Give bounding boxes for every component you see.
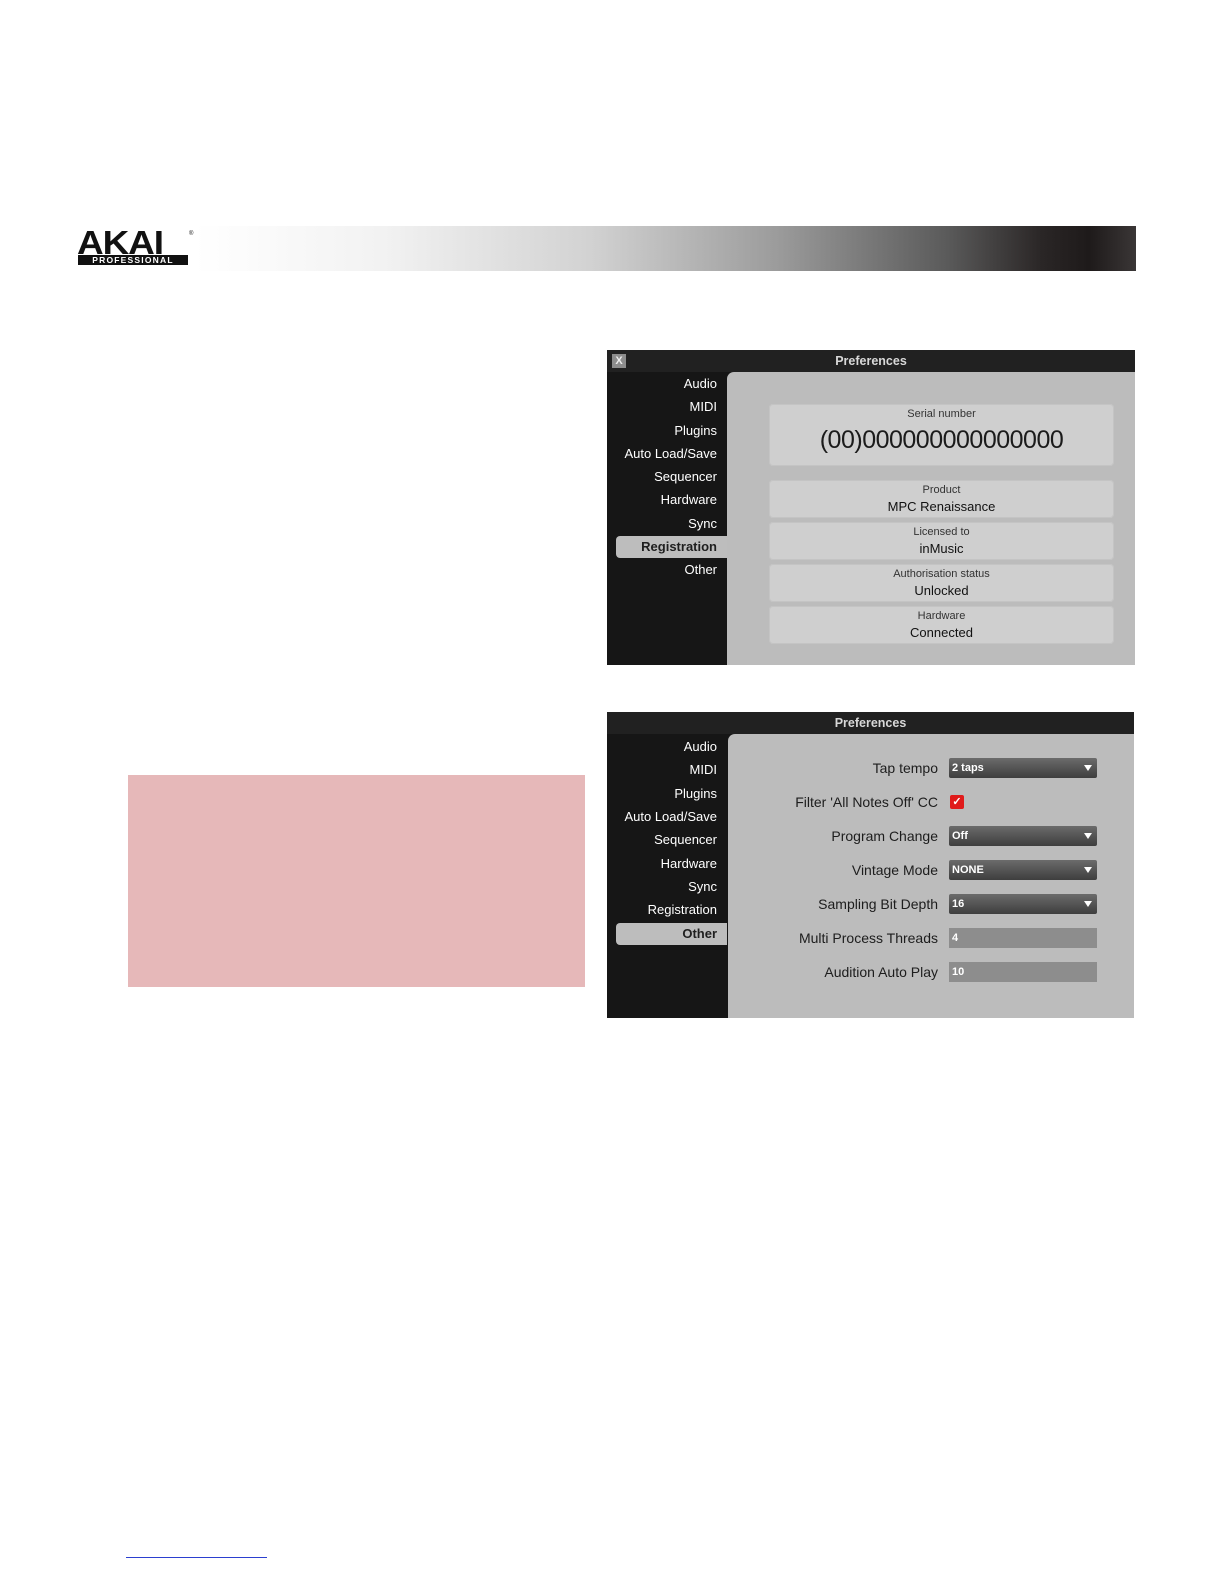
sidebar-item-registration[interactable]: Registration (648, 899, 717, 921)
serial-number-field: Serial number (00)000000000000000 (769, 404, 1114, 466)
footer-link-underline[interactable] (126, 1557, 267, 1558)
vintage-mode-dropdown[interactable]: NONE (949, 860, 1097, 880)
logo-subtitle: PROFESSIONAL (78, 255, 188, 265)
sidebar-item-midi[interactable]: MIDI (690, 396, 717, 418)
tap-tempo-label: Tap tempo (872, 760, 938, 776)
sidebar-item-registration[interactable]: Registration (616, 536, 727, 558)
program-change-dropdown[interactable]: Off (949, 826, 1097, 846)
licensed-to-field: Licensed to inMusic (769, 522, 1114, 560)
program-change-label: Program Change (831, 828, 938, 844)
sidebar-item-hardware[interactable]: Hardware (661, 853, 717, 875)
sidebar-item-other[interactable]: Other (684, 559, 717, 581)
chevron-down-icon (1084, 901, 1092, 907)
sidebar-item-other[interactable]: Other (616, 923, 727, 945)
audition-auto-play-label: Audition Auto Play (824, 964, 938, 980)
serial-number-value: (00)000000000000000 (819, 426, 1064, 454)
chevron-down-icon (1084, 765, 1092, 771)
sidebar-item-sequencer[interactable]: Sequencer (654, 829, 717, 851)
sidebar-item-midi[interactable]: MIDI (690, 759, 717, 781)
sidebar-item-plugins[interactable]: Plugins (674, 420, 717, 442)
hardware-value: Connected (910, 625, 973, 640)
sidebar-item-sync[interactable]: Sync (688, 876, 717, 898)
serial-number-label: Serial number (907, 408, 976, 420)
sidebar-item-audio[interactable]: Audio (684, 736, 717, 758)
filter-all-notes-off-checkbox[interactable]: ✓ (950, 795, 964, 809)
sidebar-item-sequencer[interactable]: Sequencer (654, 466, 717, 488)
sampling-bit-depth-value: 16 (952, 898, 965, 910)
hardware-label: Hardware (917, 610, 966, 622)
window-titlebar: X Preferences (607, 350, 1135, 372)
preferences-window-registration: X Preferences Audio MIDI Plugins Auto Lo… (607, 350, 1135, 665)
authorisation-status-label: Authorisation status (893, 568, 990, 580)
window-title: Preferences (835, 354, 907, 368)
sidebar-item-sync[interactable]: Sync (688, 513, 717, 535)
multi-process-threads-input[interactable]: 4 (949, 928, 1097, 948)
tap-tempo-dropdown[interactable]: 2 taps (949, 758, 1097, 778)
product-label: Product (922, 484, 961, 496)
multi-process-threads-label: Multi Process Threads (798, 930, 938, 946)
sidebar-item-auto-load-save[interactable]: Auto Load/Save (624, 806, 717, 828)
product-value: MPC Renaissance (887, 499, 996, 514)
window-titlebar: Preferences (607, 712, 1134, 734)
authorisation-status-field: Authorisation status Unlocked (769, 564, 1114, 602)
window-title: Preferences (834, 716, 907, 730)
sidebar-item-plugins[interactable]: Plugins (674, 783, 717, 805)
akai-logo: AKAI ® PROFESSIONAL (77, 226, 195, 268)
audition-auto-play-input[interactable]: 10 (949, 962, 1097, 982)
filter-all-notes-off-label: Filter 'All Notes Off' CC (795, 794, 938, 810)
registration-panel: Serial number (00)000000000000000 Produc… (727, 372, 1135, 665)
tap-tempo-value: 2 taps (952, 762, 984, 774)
hardware-field: Hardware Connected (769, 606, 1114, 644)
preferences-window-other: Preferences Audio MIDI Plugins Auto Load… (607, 712, 1134, 1018)
sidebar-item-hardware[interactable]: Hardware (661, 489, 717, 511)
chevron-down-icon (1084, 833, 1092, 839)
other-settings-panel: Tap tempo 2 taps Filter 'All Notes Off' … (728, 734, 1134, 1018)
licensed-to-label: Licensed to (913, 526, 970, 538)
product-field: Product MPC Renaissance (769, 480, 1114, 518)
note-box (128, 775, 585, 987)
licensed-to-value: inMusic (919, 541, 964, 556)
sampling-bit-depth-label: Sampling Bit Depth (818, 896, 938, 912)
close-button[interactable]: X (612, 354, 626, 368)
preferences-sidebar: Audio MIDI Plugins Auto Load/Save Sequen… (607, 734, 727, 1018)
authorisation-status-value: Unlocked (914, 583, 969, 598)
vintage-mode-value: NONE (952, 864, 984, 876)
program-change-value: Off (952, 830, 968, 842)
preferences-sidebar: Audio MIDI Plugins Auto Load/Save Sequen… (607, 372, 727, 665)
header-gradient-band (195, 226, 1136, 271)
sidebar-item-audio[interactable]: Audio (684, 373, 717, 395)
sidebar-item-auto-load-save[interactable]: Auto Load/Save (624, 443, 717, 465)
vintage-mode-label: Vintage Mode (851, 862, 938, 878)
chevron-down-icon (1084, 867, 1092, 873)
sampling-bit-depth-dropdown[interactable]: 16 (949, 894, 1097, 914)
logo-registered-mark: ® (189, 231, 194, 237)
